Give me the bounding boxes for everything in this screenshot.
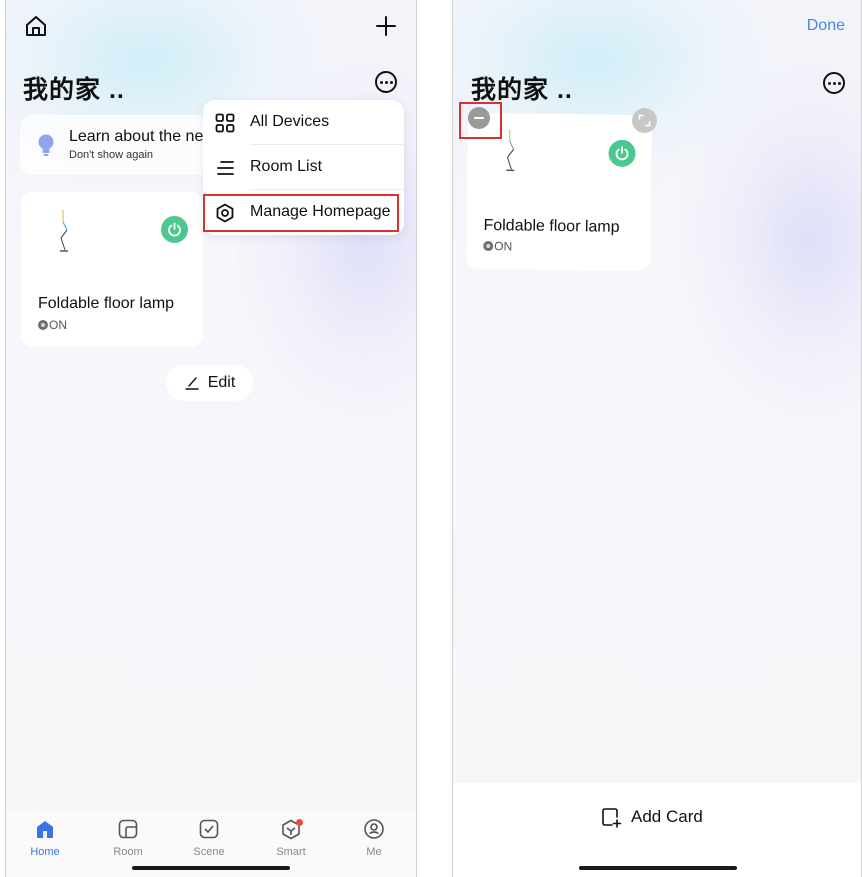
tab-room[interactable]: Room bbox=[98, 818, 158, 864]
home-title[interactable]: 我的家 .. bbox=[23, 70, 125, 106]
menu-label-all-devices: All Devices bbox=[250, 113, 330, 130]
options-menu: All Devices Room List Manage Homepage bbox=[203, 100, 404, 235]
tab-me[interactable]: Me bbox=[344, 818, 404, 864]
me-icon bbox=[363, 818, 385, 840]
scene-icon bbox=[198, 818, 220, 840]
floor-lamp-image bbox=[57, 206, 73, 261]
list-icon bbox=[214, 157, 236, 179]
home-icon bbox=[34, 818, 56, 840]
device-name: Foldable floor lamp bbox=[38, 295, 175, 312]
add-icon[interactable] bbox=[374, 14, 398, 38]
room-icon bbox=[117, 818, 139, 840]
tab-home[interactable]: Home bbox=[15, 818, 75, 864]
resize-card-icon[interactable] bbox=[632, 108, 657, 133]
power-toggle-icon[interactable] bbox=[161, 216, 188, 243]
home-indicator bbox=[579, 866, 737, 870]
edit-label: Edit bbox=[207, 374, 236, 391]
smart-icon bbox=[280, 818, 303, 840]
home-title: 我的家 .. bbox=[471, 76, 573, 104]
menu-item-all-devices[interactable]: All Devices bbox=[203, 100, 404, 145]
add-card-label: Add Card bbox=[631, 807, 703, 826]
menu-item-manage-homepage[interactable]: Manage Homepage bbox=[203, 190, 404, 235]
grid-icon bbox=[214, 112, 236, 134]
device-status: ON bbox=[483, 239, 512, 253]
edit-homepage-screen: Done 我的家 .. Foldable floor lamp ON Add C… bbox=[452, 0, 862, 877]
tab-smart[interactable]: Smart bbox=[261, 818, 321, 864]
menu-label-manage-homepage: Manage Homepage bbox=[250, 203, 391, 220]
power-toggle-icon[interactable] bbox=[608, 139, 636, 168]
more-options-icon[interactable] bbox=[821, 70, 847, 96]
add-card-icon bbox=[602, 808, 622, 828]
hexagon-settings-icon bbox=[214, 202, 236, 224]
device-card[interactable]: Foldable floor lamp ON bbox=[21, 192, 203, 347]
tab-scene[interactable]: Scene bbox=[179, 818, 239, 864]
lightbulb-icon bbox=[38, 134, 54, 163]
status-dot-icon bbox=[483, 240, 494, 252]
device-card[interactable]: Foldable floor lamp ON bbox=[465, 112, 653, 272]
home-screen: 我的家 .. Learn about the ne Don't show aga… bbox=[5, 0, 417, 877]
pencil-icon bbox=[185, 377, 199, 390]
floor-lamp-image bbox=[503, 125, 520, 180]
tip-title: Learn about the ne bbox=[69, 128, 204, 145]
more-options-icon[interactable] bbox=[373, 69, 399, 95]
home-house-icon[interactable] bbox=[24, 14, 48, 38]
done-button[interactable]: Done bbox=[807, 17, 845, 35]
remove-card-icon[interactable] bbox=[468, 107, 490, 129]
bottom-sheet: Add Card bbox=[453, 783, 861, 877]
status-dot-icon bbox=[38, 320, 48, 330]
menu-label-room-list: Room List bbox=[250, 158, 323, 175]
home-indicator bbox=[132, 866, 290, 870]
device-name: Foldable floor lamp bbox=[483, 216, 620, 236]
menu-item-room-list[interactable]: Room List bbox=[203, 145, 404, 190]
add-card-button[interactable]: Add Card bbox=[600, 806, 703, 828]
device-status: ON bbox=[38, 318, 67, 332]
tip-dismiss-link[interactable]: Don't show again bbox=[69, 149, 153, 161]
edit-button[interactable]: Edit bbox=[166, 365, 253, 401]
